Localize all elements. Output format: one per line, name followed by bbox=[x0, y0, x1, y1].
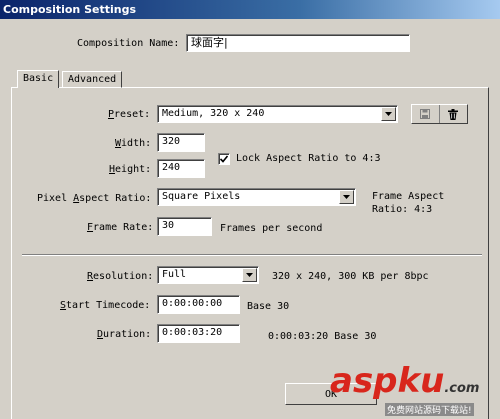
tab-basic-label: Basic bbox=[23, 73, 54, 84]
watermark-text: aspku bbox=[330, 361, 445, 401]
frame-aspect-line2: Ratio: 4:3 bbox=[372, 204, 433, 215]
tab-basic[interactable]: Basic bbox=[17, 70, 60, 88]
save-icon[interactable] bbox=[412, 105, 440, 123]
frame-rate-label: Frame Rate: bbox=[87, 222, 154, 233]
tab-advanced-label: Advanced bbox=[68, 74, 117, 85]
resolution-info: 320 x 240, 300 KB per 8bpc bbox=[272, 271, 429, 282]
trash-icon[interactable] bbox=[440, 105, 467, 123]
chevron-down-icon[interactable] bbox=[242, 268, 257, 282]
section-divider bbox=[22, 254, 482, 256]
frame-aspect-line1: Frame Aspect bbox=[372, 191, 445, 202]
chevron-down-icon[interactable] bbox=[381, 107, 396, 121]
lock-aspect-checkbox[interactable] bbox=[218, 153, 230, 165]
preset-label: Preset: bbox=[108, 109, 151, 120]
width-input[interactable]: 320 bbox=[157, 133, 205, 152]
watermark: aspku.com 免费网站源码下载站! bbox=[330, 362, 500, 419]
resolution-dropdown[interactable]: Full bbox=[157, 266, 259, 284]
preset-dropdown[interactable]: Medium, 320 x 240 bbox=[157, 105, 398, 123]
lock-aspect-label: Lock Aspect Ratio to 4:3 bbox=[236, 153, 381, 164]
frame-rate-input[interactable]: 30 bbox=[157, 217, 212, 236]
start-timecode-label: Start Timecode: bbox=[60, 300, 151, 311]
height-input[interactable]: 240 bbox=[157, 159, 205, 178]
preset-button-group bbox=[411, 104, 468, 124]
start-timecode-base: Base 30 bbox=[247, 301, 290, 312]
title-bar: Composition Settings bbox=[0, 0, 500, 19]
watermark-subtext: 免费网站源码下载站! bbox=[385, 403, 474, 416]
tab-advanced[interactable]: Advanced bbox=[62, 71, 123, 88]
pixel-aspect-label: Pixel Aspect Ratio: bbox=[37, 193, 152, 204]
preset-value: Medium, 320 x 240 bbox=[162, 108, 265, 119]
start-timecode-input[interactable]: 0:00:00:00 bbox=[157, 295, 240, 314]
duration-label: Duration: bbox=[97, 329, 152, 340]
duration-info: 0:00:03:20 Base 30 bbox=[268, 331, 377, 342]
checkmark-icon bbox=[220, 155, 228, 163]
width-label: Width: bbox=[115, 138, 152, 149]
composition-name-input[interactable]: 球面字| bbox=[186, 34, 410, 52]
composition-name-label: Composition Name: bbox=[77, 38, 180, 49]
duration-input[interactable]: 0:00:03:20 bbox=[157, 324, 240, 343]
watermark-tld: .com bbox=[444, 381, 480, 396]
window-title: Composition Settings bbox=[3, 3, 137, 16]
chevron-down-icon[interactable] bbox=[339, 190, 354, 204]
pixel-aspect-value: Square Pixels bbox=[162, 191, 241, 202]
pixel-aspect-dropdown[interactable]: Square Pixels bbox=[157, 188, 356, 206]
resolution-value: Full bbox=[162, 269, 187, 280]
resolution-label: Resolution: bbox=[87, 271, 154, 282]
frame-rate-unit: Frames per second bbox=[220, 223, 323, 234]
height-label: Height: bbox=[109, 164, 152, 175]
